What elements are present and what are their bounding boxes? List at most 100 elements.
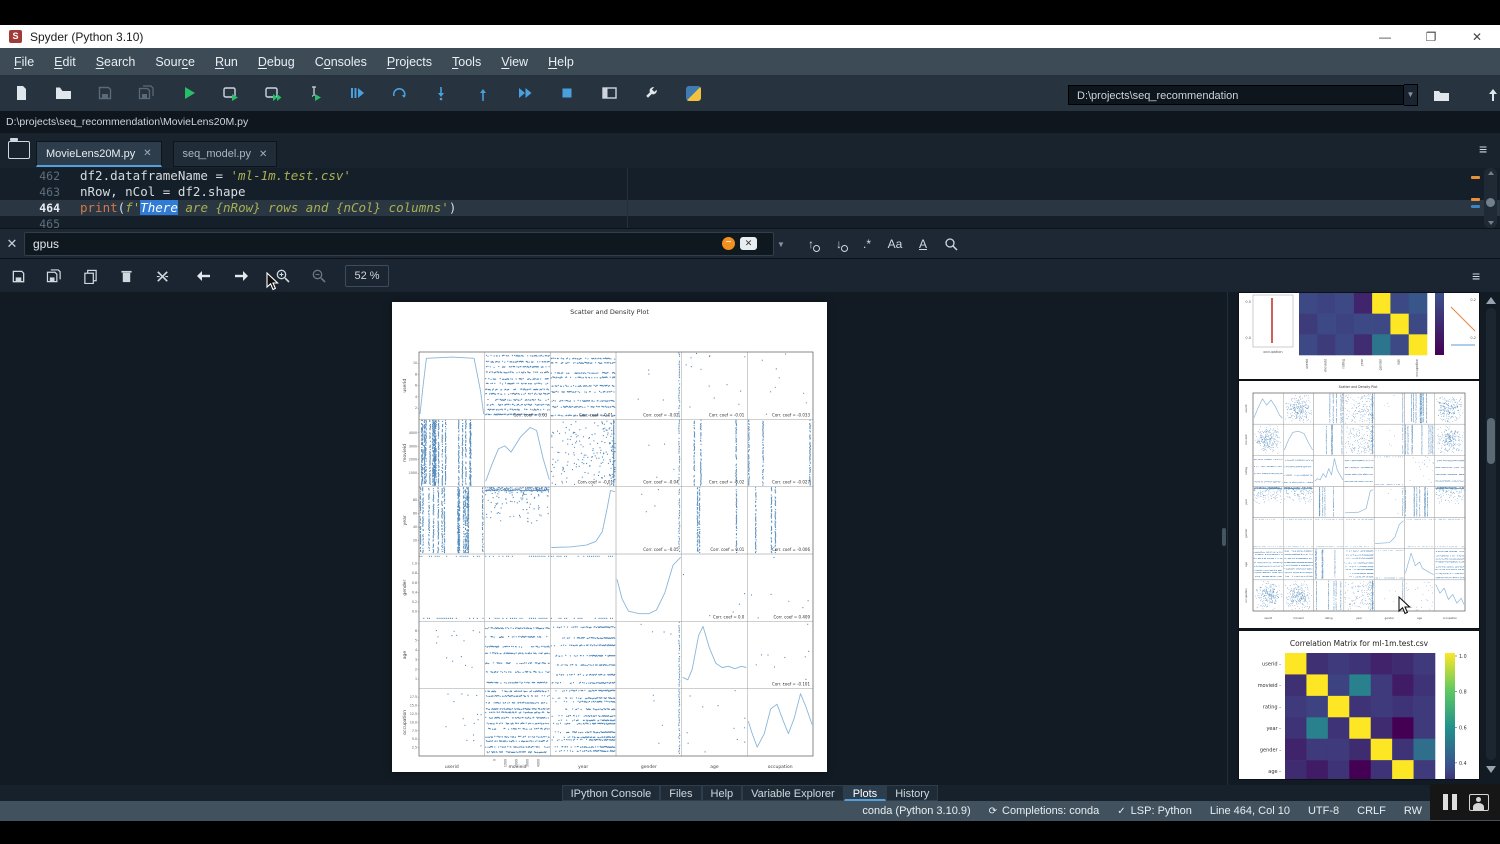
menu-file[interactable]: File xyxy=(4,51,44,73)
code-line-465[interactable]: 465 xyxy=(0,216,1500,228)
case-sensitive-toggle-icon[interactable]: Aa xyxy=(882,232,908,256)
plots-options-menu-icon[interactable]: ≡ xyxy=(1472,268,1480,284)
run-selection-button[interactable] xyxy=(302,80,328,106)
menu-consoles[interactable]: Consoles xyxy=(305,51,377,73)
open-file-button[interactable] xyxy=(50,80,76,106)
mouse-cursor xyxy=(1398,596,1412,616)
menu-search[interactable]: Search xyxy=(86,51,146,73)
debug-file-button[interactable] xyxy=(386,80,412,106)
run-file-button[interactable] xyxy=(176,80,202,106)
step-return-button[interactable] xyxy=(470,80,496,106)
editor-tab-seq_model.py[interactable]: seq_model.py✕ xyxy=(173,141,278,167)
splitter-handle[interactable] xyxy=(1222,528,1226,546)
previous-plot-button[interactable] xyxy=(190,263,216,289)
find-history-dropdown-icon[interactable]: ▼ xyxy=(775,232,787,256)
status-encoding[interactable]: UTF-8 xyxy=(1308,805,1339,817)
code-line-462[interactable]: 462df2.dataframeName = 'ml-1m.test.csv' xyxy=(0,168,1500,184)
save-plot-button[interactable] xyxy=(5,263,31,289)
parent-directory-button[interactable] xyxy=(1480,82,1500,108)
menu-run[interactable]: Run xyxy=(205,51,248,73)
pause-icon[interactable] xyxy=(1443,794,1448,810)
plot-thumbnail-corr-heatmap[interactable]: Correlation Matrix for ml-1m.test.csvuse… xyxy=(1238,630,1480,780)
svg-text:6: 6 xyxy=(415,629,417,633)
save-button-disabled[interactable] xyxy=(92,80,118,106)
step-into-button[interactable] xyxy=(428,80,454,106)
svg-text:age: age xyxy=(1245,561,1248,566)
plot-thumbnail-scatter-matrix[interactable]: Scatter and Density Plotuseriduseridmovi… xyxy=(1238,380,1480,629)
close-button[interactable]: ✕ xyxy=(1462,25,1492,48)
pane-tab-variable-explorer[interactable]: Variable Explorer xyxy=(742,785,844,801)
working-directory-dropdown[interactable]: ▼ xyxy=(1404,84,1418,106)
run-cell-button[interactable] xyxy=(218,80,244,106)
menu-help[interactable]: Help xyxy=(538,51,584,73)
stop-debug-button[interactable] xyxy=(554,80,580,106)
restore-button[interactable]: ❐ xyxy=(1416,25,1446,48)
pause-icon[interactable] xyxy=(1452,794,1457,810)
copy-plot-button[interactable] xyxy=(77,263,103,289)
preferences-wrench-button[interactable] xyxy=(638,80,664,106)
new-file-button[interactable] xyxy=(8,80,34,106)
browse-directory-button[interactable] xyxy=(1428,82,1454,108)
find-input[interactable] xyxy=(25,233,773,255)
pane-tab-ipython-console[interactable]: IPython Console xyxy=(562,785,661,801)
scrollbar-thumb[interactable] xyxy=(1486,198,1495,207)
status-env[interactable]: conda (Python 3.10.9) xyxy=(862,805,970,817)
editor-scrollbar[interactable] xyxy=(1484,168,1497,228)
zoom-out-button[interactable] xyxy=(306,263,332,289)
status-lsp[interactable]: LSP: Python xyxy=(1131,805,1192,817)
find-in-files-icon[interactable] xyxy=(938,232,964,256)
scroll-up-icon[interactable] xyxy=(1488,171,1494,175)
status-completions[interactable]: Completions: conda xyxy=(1002,805,1099,817)
pane-tab-files[interactable]: Files xyxy=(660,785,701,801)
thumbnails-scroll-up-icon[interactable] xyxy=(1486,297,1496,304)
svg-text:0.2: 0.2 xyxy=(412,600,417,604)
scroll-down-icon[interactable] xyxy=(1488,221,1494,225)
svg-text:0.2: 0.2 xyxy=(1470,298,1476,302)
webcam-toggle-icon[interactable] xyxy=(1469,794,1489,811)
svg-text:movieid: movieid xyxy=(402,444,408,462)
thumbnails-scrollbar-track[interactable] xyxy=(1486,308,1496,760)
code-line-463[interactable]: 463nRow, nCol = df2.shape xyxy=(0,184,1500,200)
rerun-cell-button[interactable] xyxy=(344,80,370,106)
menu-debug[interactable]: Debug xyxy=(248,51,305,73)
maximize-pane-button[interactable] xyxy=(596,80,622,106)
find-previous-icon[interactable]: ↑ xyxy=(798,232,824,256)
thumbnails-scroll-down-icon[interactable] xyxy=(1486,766,1496,773)
editor-options-menu-icon[interactable]: ≡ xyxy=(1479,141,1487,157)
pane-tab-plots[interactable]: Plots xyxy=(844,785,886,801)
menu-view[interactable]: View xyxy=(491,51,538,73)
minimize-button[interactable]: — xyxy=(1370,25,1400,48)
remove-all-plots-button[interactable] xyxy=(149,263,175,289)
clear-search-icon[interactable]: ✕ xyxy=(740,237,757,250)
regex-toggle-icon[interactable]: .* xyxy=(854,232,880,256)
save-all-plots-button[interactable] xyxy=(41,263,67,289)
plot-thumbnail-partial[interactable]: 0.50.0occupationuseridmovieidratingyearg… xyxy=(1238,292,1480,380)
menu-tools[interactable]: Tools xyxy=(442,51,491,73)
remove-plot-button[interactable] xyxy=(113,263,139,289)
run-cell-advance-button[interactable] xyxy=(260,80,286,106)
code-line-464[interactable]: 464print(f'There are {nRow} rows and {nC… xyxy=(0,200,1500,216)
svg-text:5.0: 5.0 xyxy=(412,737,417,741)
code-editor[interactable]: 462df2.dataframeName = 'ml-1m.test.csv'4… xyxy=(0,168,1500,228)
find-next-icon[interactable]: ↓ xyxy=(826,232,852,256)
status-eol[interactable]: CRLF xyxy=(1357,805,1386,817)
tab-close-icon[interactable]: ✕ xyxy=(259,149,267,160)
status-permissions[interactable]: RW xyxy=(1404,805,1422,817)
plot-canvas[interactable]: Scatter and Density PlotCorr. coef = 0.0… xyxy=(392,302,827,772)
next-plot-button[interactable] xyxy=(229,263,255,289)
pane-tab-history[interactable]: History xyxy=(886,785,938,801)
browse-tabs-icon[interactable] xyxy=(8,141,30,159)
whole-words-toggle-icon[interactable]: A xyxy=(910,232,936,256)
menu-projects[interactable]: Projects xyxy=(377,51,442,73)
save-all-button-disabled[interactable] xyxy=(134,80,160,106)
close-find-icon[interactable]: ✕ xyxy=(0,236,24,252)
menu-edit[interactable]: Edit xyxy=(44,51,86,73)
continue-execution-button[interactable] xyxy=(512,80,538,106)
editor-tab-movielens20m.py[interactable]: MovieLens20M.py✕ xyxy=(36,141,162,167)
python-env-button[interactable] xyxy=(680,80,706,106)
pane-tab-help[interactable]: Help xyxy=(702,785,743,801)
thumbnails-scrollbar-thumb[interactable] xyxy=(1487,418,1495,464)
tab-close-icon[interactable]: ✕ xyxy=(143,148,151,159)
menu-source[interactable]: Source xyxy=(145,51,205,73)
working-directory-field[interactable]: D:\projects\seq_recommendation xyxy=(1068,85,1404,105)
